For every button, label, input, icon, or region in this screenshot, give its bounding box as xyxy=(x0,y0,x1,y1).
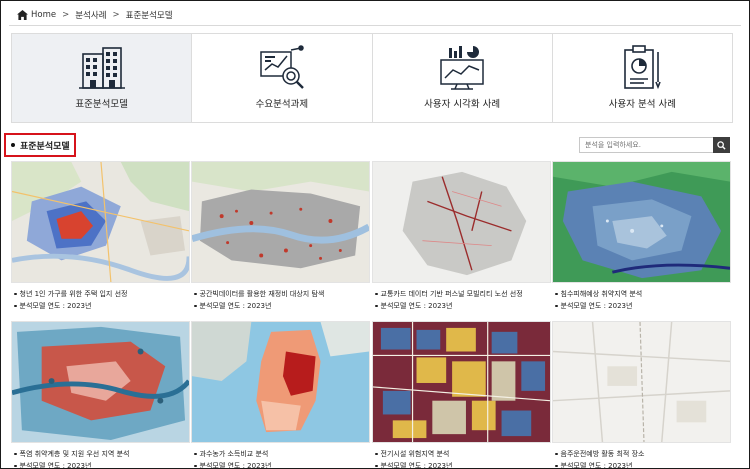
card-meta: 분석모델 연도 : 2023년 xyxy=(14,301,91,311)
card-meta: 분석모델 연도 : 2023년 xyxy=(14,461,92,469)
card-thumbnail[interactable] xyxy=(11,161,190,283)
card-thumbnail[interactable] xyxy=(11,321,190,443)
bullet-icon xyxy=(375,464,378,468)
tile-label: 수요분석과제 xyxy=(255,99,309,110)
card-title[interactable]: 교통카드 데이터 기반 퍼스널 모빌리티 노선 선정 xyxy=(375,289,523,299)
card-meta-text: 분석모델 연도 : 2023년 xyxy=(199,462,272,469)
page-frame: Home > 분석사례 > 표준분석모델 표준분석모델 수요분석과제 사용자 시… xyxy=(0,0,750,469)
search-button[interactable] xyxy=(713,137,730,153)
bullet-icon xyxy=(555,452,558,456)
model-card[interactable]: 공간빅데이터를 활용한 재정비 대상지 탐색 분석모델 연도 : 2023년 xyxy=(191,161,370,311)
search-input[interactable] xyxy=(579,137,714,153)
tile-standard-model[interactable]: 표준분석모델 xyxy=(12,34,193,122)
tile-user-visualization[interactable]: 사용자 시각화 사례 xyxy=(372,34,553,122)
card-title-text[interactable]: 음주운전예방 활동 최적 장소 xyxy=(561,449,645,459)
tile-label: 사용자 분석 사례 xyxy=(608,99,676,110)
card-thumbnail[interactable] xyxy=(191,161,370,283)
card-meta-text: 분석모델 연도 : 2023년 xyxy=(19,302,92,310)
tile-label: 표준분석모델 xyxy=(75,99,128,110)
home-icon[interactable] xyxy=(17,10,28,20)
bullet-icon xyxy=(194,304,197,308)
divider xyxy=(9,25,741,26)
card-meta-text: 분석모델 연도 : 2023년 xyxy=(560,462,633,469)
bullet-icon xyxy=(14,304,17,308)
card-title-text[interactable]: 청년 1인 가구를 위한 주택 입지 선정 xyxy=(20,289,128,299)
card-title[interactable]: 음주운전예방 활동 최적 장소 xyxy=(555,449,644,459)
bullet-icon xyxy=(555,292,558,296)
model-card[interactable]: 교통카드 데이터 기반 퍼스널 모빌리티 노선 선정 분석모델 연도 : 202… xyxy=(372,161,551,311)
bullet-icon xyxy=(11,143,15,147)
building-icon xyxy=(78,47,125,89)
tile-user-analysis[interactable]: 사용자 분석 사례 xyxy=(552,34,732,122)
card-meta: 분석모델 연도 : 2023년 xyxy=(555,301,632,311)
bullet-icon xyxy=(194,292,197,296)
bullet-icon xyxy=(14,452,17,456)
bullet-icon xyxy=(14,292,17,296)
card-title-text[interactable]: 침수피해예상 취약지역 분석 xyxy=(561,289,643,299)
analysis-chart-icon xyxy=(260,45,304,89)
model-card[interactable]: 폭염 취약계층 및 지원 우선 지역 분석 분석모델 연도 : 2023년 xyxy=(11,321,190,469)
card-meta-text: 분석모델 연도 : 2023년 xyxy=(380,302,453,310)
section-title-text: 표준분석모델 xyxy=(20,141,70,152)
card-meta: 분석모델 연도 : 2023년 xyxy=(375,461,453,469)
card-meta: 분석모델 연도 : 2023년 xyxy=(375,301,452,311)
breadcrumb-level2[interactable]: 표준분석모델 xyxy=(126,9,173,21)
card-title[interactable]: 공간빅데이터를 활용한 재정비 대상지 탐색 xyxy=(194,289,324,299)
breadcrumb-home[interactable]: Home xyxy=(31,10,56,20)
card-title-text[interactable]: 공간빅데이터를 활용한 재정비 대상지 탐색 xyxy=(200,289,325,299)
card-meta: 분석모델 연도 : 2023년 xyxy=(555,461,633,469)
bullet-icon xyxy=(555,304,558,308)
card-title[interactable]: 침수피해예상 취약지역 분석 xyxy=(555,289,642,299)
card-title-text[interactable]: 전기시설 위험지역 분석 xyxy=(381,449,450,459)
model-card[interactable]: 침수피해예상 취약지역 분석 분석모델 연도 : 2023년 xyxy=(552,161,731,311)
card-thumbnail[interactable] xyxy=(372,161,551,283)
breadcrumb: Home > 분석사례 > 표준분석모델 xyxy=(17,8,173,22)
card-thumbnail[interactable] xyxy=(552,321,731,443)
search-icon xyxy=(717,140,726,150)
card-meta-text: 분석모델 연도 : 2023년 xyxy=(19,462,92,469)
tile-label: 사용자 시각화 사례 xyxy=(424,99,501,110)
breadcrumb-level1[interactable]: 분석사례 xyxy=(75,9,106,21)
model-card[interactable]: 과수농가 소득비교 분석 분석모델 연도 : 2023년 xyxy=(191,321,370,469)
card-meta: 분석모델 연도 : 2023년 xyxy=(194,301,271,311)
breadcrumb-separator: > xyxy=(62,10,70,20)
clipboard-chart-icon xyxy=(624,45,662,90)
card-thumbnail[interactable] xyxy=(191,321,370,443)
bullet-icon xyxy=(555,464,558,468)
monitor-chart-icon xyxy=(440,46,484,90)
bullet-icon xyxy=(375,304,378,308)
card-title-text[interactable]: 폭염 취약계층 및 지원 우선 지역 분석 xyxy=(20,449,130,459)
card-title[interactable]: 폭염 취약계층 및 지원 우선 지역 분석 xyxy=(14,449,129,459)
card-meta-text: 분석모델 연도 : 2023년 xyxy=(199,302,272,310)
card-meta: 분석모델 연도 : 2023년 xyxy=(194,461,272,469)
tile-demand-analysis[interactable]: 수요분석과제 xyxy=(192,34,373,122)
card-thumbnail[interactable] xyxy=(372,321,551,443)
card-thumbnail[interactable] xyxy=(552,161,731,283)
section-title: 표준분석모델 xyxy=(4,133,76,157)
bullet-icon xyxy=(194,452,197,456)
model-card[interactable]: 청년 1인 가구를 위한 주택 입지 선정 분석모델 연도 : 2023년 xyxy=(11,161,190,311)
card-title[interactable]: 청년 1인 가구를 위한 주택 입지 선정 xyxy=(14,289,127,299)
card-title-text[interactable]: 과수농가 소득비교 분석 xyxy=(200,449,269,459)
bullet-icon xyxy=(14,464,17,468)
bullet-icon xyxy=(194,464,197,468)
card-meta-text: 분석모델 연도 : 2023년 xyxy=(380,462,453,469)
card-title[interactable]: 과수농가 소득비교 분석 xyxy=(194,449,268,459)
breadcrumb-separator: > xyxy=(112,10,120,20)
category-tiles: 표준분석모델 수요분석과제 사용자 시각화 사례 사용자 분석 사례 xyxy=(11,33,733,123)
model-card[interactable]: 음주운전예방 활동 최적 장소 분석모델 연도 : 2023년 xyxy=(552,321,731,469)
bullet-icon xyxy=(375,292,378,296)
bullet-icon xyxy=(375,452,378,456)
card-meta-text: 분석모델 연도 : 2023년 xyxy=(560,302,633,310)
card-title-text[interactable]: 교통카드 데이터 기반 퍼스널 모빌리티 노선 선정 xyxy=(381,289,523,299)
model-card[interactable]: 전기시설 위험지역 분석 분석모델 연도 : 2023년 xyxy=(372,321,551,469)
card-title[interactable]: 전기시설 위험지역 분석 xyxy=(375,449,449,459)
